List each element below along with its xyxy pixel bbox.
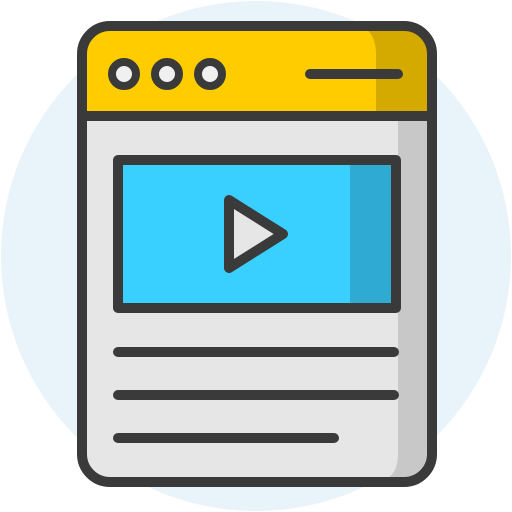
icon-canvas [1,1,511,511]
browser-window [77,21,437,487]
window-dot-2 [151,58,183,90]
video-webpage-icon [0,0,512,512]
video-frame-shade [350,160,396,308]
window-dot-3 [194,58,226,90]
window-dot-1 [108,58,140,90]
video-player [113,155,401,313]
